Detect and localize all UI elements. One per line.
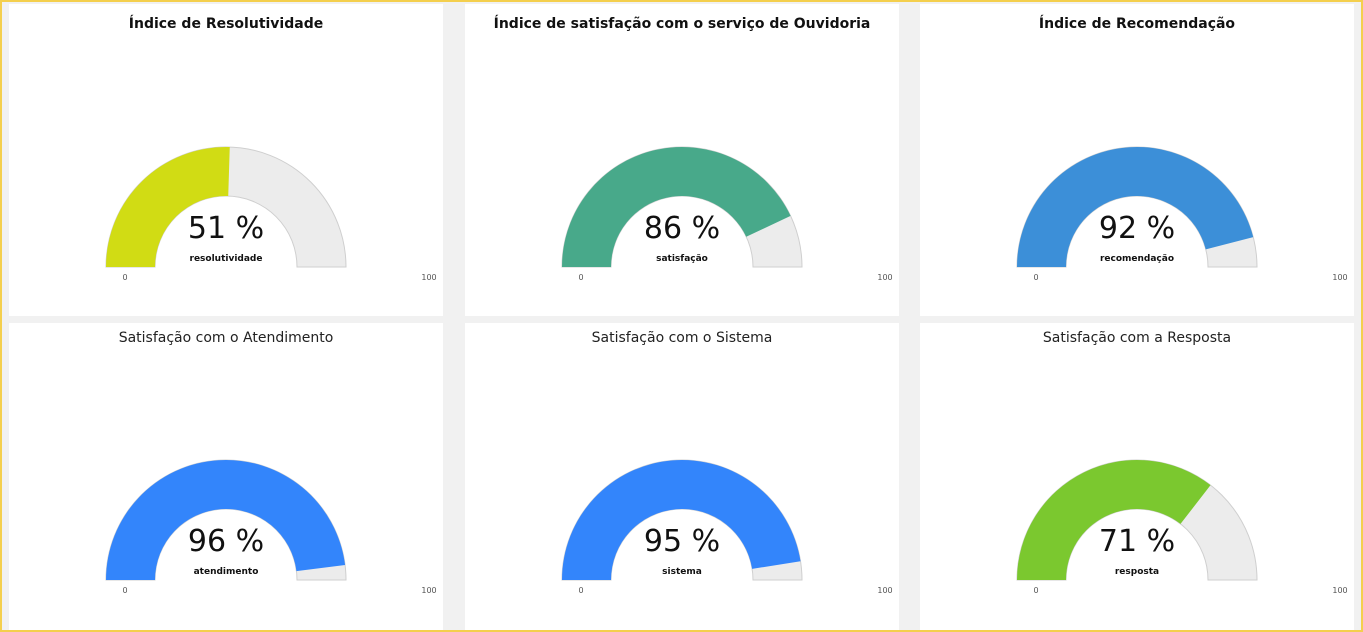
gauge-chart: 71 % resposta 0 100 [1016,459,1348,595]
gauge-max-tick: 100 [1332,586,1347,595]
gauge-min-tick: 0 [1033,586,1038,595]
gauge-value-arc [106,460,346,580]
gauge-value-text: 86 % [644,211,720,246]
gauge-max-tick: 100 [421,273,436,282]
gauge-value-text: 96 % [188,524,264,559]
gauge-panel-sistema: Satisfação com o Sistema 95 % sistema 0 100 [465,323,899,630]
gauge-label-text: resolutividade [190,254,263,264]
gauge-min-tick: 0 [122,273,127,282]
gauge-panel-atendimento: Satisfação com o Atendimento 96 % atendim… [9,323,443,630]
dashboard-frame: Índice de Resolutividade 51 % resolutivid… [0,0,1363,632]
gauge-panel-resolutividade: Índice de Resolutividade 51 % resolutivid… [9,4,443,316]
gauge-chart: 86 % satisfação 0 100 [561,146,893,282]
gauge-label-text: recomendação [1100,254,1174,264]
gauge-panel-recomendacao: Índice de Recomendação 92 % recomendação 0… [920,4,1354,316]
gauge-min-tick: 0 [1033,273,1038,282]
gauge-panel-satisfacao: Índice de satisfação com o serviço de Ou… [465,4,899,316]
gauge-label-text: sistema [662,567,702,577]
gauge-max-tick: 100 [421,586,436,595]
gauge-max-tick: 100 [877,586,892,595]
gauge-chart: 95 % sistema 0 100 [561,459,893,595]
gauge-panel-resposta: Satisfação com a Resposta 71 % resposta 0 1… [920,323,1354,630]
gauge-min-tick: 0 [578,273,583,282]
gauge-value-arc [562,460,801,580]
gauge-label-text: resposta [1115,567,1159,577]
gauge-min-tick: 0 [122,586,127,595]
gauge-chart: 51 % resolutividade 0 100 [105,146,437,282]
gauge-label-text: atendimento [194,567,259,577]
gauge-value-arc [106,147,230,267]
gauge-max-tick: 100 [877,273,892,282]
gauge-chart: 92 % recomendação 0 100 [1016,146,1348,282]
gauge-value-text: 71 % [1099,524,1175,559]
gauge-min-tick: 0 [578,586,583,595]
gauge-value-text: 92 % [1099,211,1175,246]
gauge-value-text: 95 % [644,524,720,559]
gauge-label-text: satisfação [656,254,708,264]
gauge-value-arc [1017,460,1211,580]
gauge-value-text: 51 % [188,211,264,246]
gauge-max-tick: 100 [1332,273,1347,282]
gauge-chart: 96 % atendimento 0 100 [105,459,437,595]
